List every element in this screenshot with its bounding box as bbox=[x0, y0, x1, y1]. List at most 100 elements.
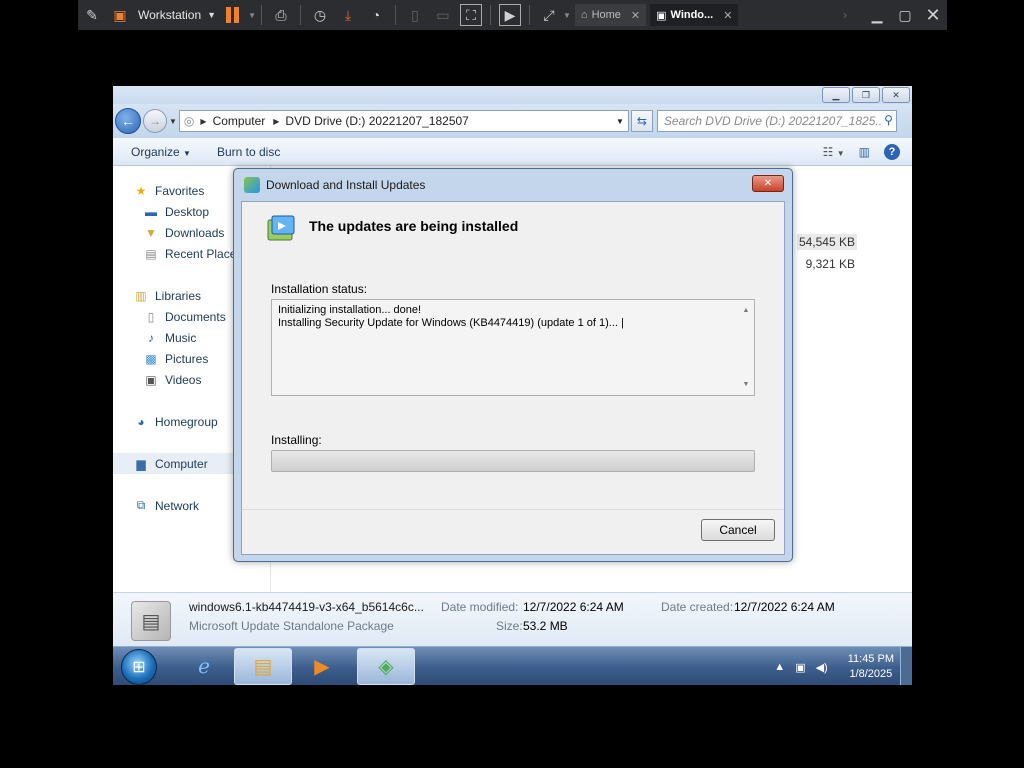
address-row: ← → ▼ ◎ ▶ Computer ▶ DVD Drive (D:) 2022… bbox=[113, 104, 912, 138]
show-hidden-icons-icon[interactable]: ▲ bbox=[774, 661, 785, 673]
back-button[interactable]: ← bbox=[115, 108, 141, 134]
windows-update-taskbar-button[interactable]: ◈ bbox=[357, 648, 415, 685]
clock-time: 11:45 PM bbox=[847, 653, 894, 665]
sidebar-item-label: Network bbox=[155, 498, 200, 513]
media-player-icon[interactable]: ▶ bbox=[293, 648, 351, 685]
recent-pages-dropdown-icon[interactable]: ▼ bbox=[169, 117, 177, 126]
explorer-taskbar-button[interactable]: ▤ bbox=[234, 648, 292, 685]
status-scrollbar[interactable]: ▲ ▼ bbox=[738, 300, 754, 395]
file-size-cell[interactable]: 54,545 KB bbox=[796, 234, 857, 250]
details-size-label: Size: bbox=[496, 619, 523, 633]
cancel-button[interactable]: Cancel bbox=[701, 519, 775, 541]
revert-snapshot-icon[interactable]: ⤓ bbox=[337, 4, 359, 26]
toolbar-divider bbox=[489, 5, 491, 25]
drive-icon: ◎ bbox=[183, 114, 195, 128]
library-view-icon[interactable]: ▯ bbox=[404, 4, 426, 26]
change-view-icon[interactable]: ☷ ▼ bbox=[823, 145, 845, 159]
restore-icon[interactable]: ▢ bbox=[894, 4, 916, 26]
tab-windows[interactable]: ▣ Windo... ✕ bbox=[650, 4, 739, 26]
breadcrumb-separator-icon[interactable]: ▶ bbox=[273, 117, 279, 126]
pause-dropdown-icon[interactable]: ▼ bbox=[248, 11, 256, 20]
tab-scroll-icon[interactable]: › bbox=[843, 8, 847, 22]
console-icon[interactable]: ▶ bbox=[498, 4, 521, 26]
close-icon[interactable]: ✕ bbox=[631, 9, 640, 22]
explorer-titlebar: ▁ ❐ ✕ bbox=[113, 86, 912, 104]
pictures-icon: ▩ bbox=[145, 351, 157, 366]
music-icon: ♪ bbox=[148, 330, 154, 345]
computer-icon: ▆ bbox=[136, 456, 146, 471]
close-icon[interactable]: ✕ bbox=[723, 9, 732, 22]
file-size-cell[interactable]: 9,321 KB bbox=[804, 256, 857, 272]
guest-screen[interactable]: ▁ ❐ ✕ ← → ▼ ◎ ▶ Computer ▶ DVD Drive (D:… bbox=[113, 86, 912, 685]
vm-menu-dropdown-icon[interactable]: ▼ bbox=[207, 10, 216, 20]
snapshot-icon[interactable]: ◷ bbox=[309, 4, 331, 26]
snapshot-manager-icon[interactable]: ◔ bbox=[365, 4, 387, 26]
installation-status-log[interactable]: Initializing installation... done! Insta… bbox=[271, 299, 755, 396]
pin-icon[interactable]: ✎ bbox=[81, 4, 103, 26]
volume-icon[interactable]: ◀) bbox=[816, 661, 828, 674]
installation-status-label: Installation status: bbox=[271, 282, 368, 296]
show-desktop-button[interactable] bbox=[900, 647, 912, 685]
search-icon[interactable]: ⚲ bbox=[882, 113, 893, 127]
minimize-icon[interactable]: ▁ bbox=[866, 4, 888, 26]
status-line: Installing Security Update for Windows (… bbox=[278, 317, 624, 329]
vm-app-title[interactable]: Workstation bbox=[138, 8, 201, 22]
sidebar-item-label: Homegroup bbox=[155, 414, 218, 429]
star-icon: ★ bbox=[135, 183, 147, 198]
start-button[interactable]: ⊞ bbox=[121, 649, 157, 685]
tab-windows-label: Windo... bbox=[670, 9, 714, 21]
recent-places-icon: ▤ bbox=[145, 246, 157, 261]
installing-label: Installing: bbox=[271, 433, 322, 447]
windows-update-icon bbox=[244, 177, 260, 193]
scroll-down-icon[interactable]: ▼ bbox=[743, 378, 750, 391]
details-modified-value: 12/7/2022 6:24 AM bbox=[523, 600, 624, 614]
dialog-close-button[interactable]: ✕ bbox=[752, 175, 784, 192]
thumbnail-view-icon[interactable]: ▭ bbox=[432, 4, 454, 26]
dialog-titlebar: Download and Install Updates bbox=[234, 169, 792, 201]
install-progress-bar bbox=[271, 450, 755, 472]
search-placeholder: Search DVD Drive (D:) 20221207_1825... bbox=[663, 114, 886, 128]
stretch-icon[interactable]: ⤢ bbox=[538, 4, 560, 26]
address-bar[interactable]: ◎ ▶ Computer ▶ DVD Drive (D:) 20221207_1… bbox=[178, 110, 629, 132]
update-installer-icon bbox=[267, 215, 295, 241]
details-pane: ▤ windows6.1-kb4474419-v3-x64_b5614c6c..… bbox=[113, 592, 912, 646]
help-icon[interactable]: ? bbox=[884, 143, 900, 160]
status-line: Initializing installation... done! bbox=[278, 304, 422, 316]
send-ctrl-alt-del-icon[interactable]: ⎙ bbox=[270, 4, 292, 26]
breadcrumb-computer[interactable]: Computer bbox=[213, 114, 266, 128]
close-window-icon[interactable]: ✕ bbox=[922, 4, 944, 26]
network-icon: ⧉ bbox=[136, 498, 146, 512]
sidebar-item-label: Libraries bbox=[155, 288, 202, 303]
clock-date: 1/8/2025 bbox=[849, 668, 893, 680]
sidebar-item-label: Favorites bbox=[155, 183, 205, 198]
maximize-button[interactable]: ❐ bbox=[852, 87, 880, 103]
network-status-icon[interactable]: ▣ bbox=[795, 661, 805, 674]
sidebar-item-label: Music bbox=[165, 330, 197, 345]
downloads-folder-icon: ▼ bbox=[145, 225, 157, 240]
videos-icon: ▣ bbox=[145, 372, 157, 387]
tab-home-label: Home bbox=[591, 9, 621, 21]
taskbar: ⊞ ℯ ▤ ▶ ◈ ▲ ▣ ◀) 11:45 PM 1/8/2025 bbox=[113, 646, 912, 685]
burn-to-disc-button[interactable]: Burn to disc bbox=[217, 145, 280, 159]
pause-icon[interactable] bbox=[226, 7, 242, 23]
organize-button[interactable]: Organize ▼ bbox=[131, 145, 191, 159]
clock[interactable]: 11:45 PM 1/8/2025 bbox=[848, 652, 894, 682]
libraries-icon: ▥ bbox=[135, 288, 147, 303]
close-button[interactable]: ✕ bbox=[882, 87, 910, 103]
internet-explorer-icon[interactable]: ℯ bbox=[175, 648, 233, 685]
scroll-up-icon[interactable]: ▲ bbox=[743, 304, 750, 317]
preview-pane-icon[interactable]: ▥ bbox=[859, 145, 870, 159]
desktop-icon: ▬ bbox=[145, 204, 157, 219]
breadcrumb-separator-icon[interactable]: ▶ bbox=[200, 117, 206, 126]
search-input[interactable]: Search DVD Drive (D:) 20221207_1825... ⚲ bbox=[656, 110, 897, 132]
address-dropdown-icon[interactable]: ▼ bbox=[616, 117, 624, 126]
breadcrumb-dvd-drive[interactable]: DVD Drive (D:) 20221207_182507 bbox=[285, 114, 468, 128]
refresh-button[interactable]: ⇆ bbox=[630, 110, 653, 132]
fullscreen-icon[interactable]: ⛶ bbox=[459, 4, 482, 26]
minimize-button[interactable]: ▁ bbox=[822, 87, 850, 103]
sidebar-item-label: Documents bbox=[165, 309, 226, 324]
command-bar: Organize ▼ Burn to disc ☷ ▼ ▥ ? bbox=[113, 138, 912, 166]
tab-home[interactable]: ⌂ Home ✕ bbox=[574, 4, 647, 26]
forward-button[interactable]: → bbox=[143, 109, 167, 133]
stretch-dropdown-icon[interactable]: ▼ bbox=[563, 11, 571, 20]
